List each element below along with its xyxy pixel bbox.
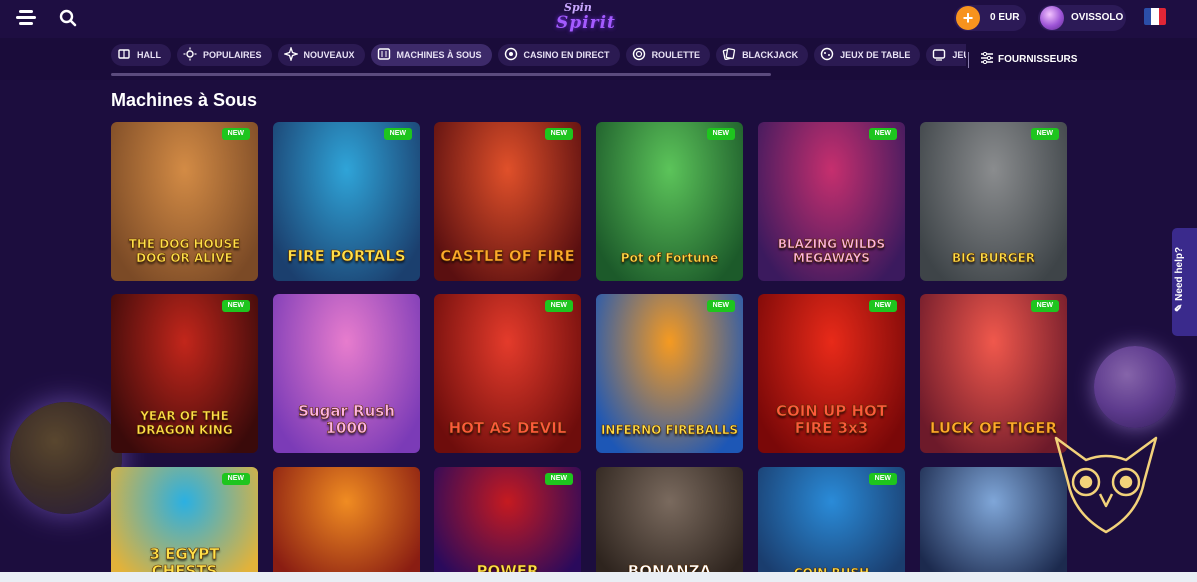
tab-roulette[interactable]: ROULETTE — [625, 44, 711, 66]
site-logo[interactable]: Spin Spirit — [552, 1, 626, 35]
search-icon[interactable] — [59, 9, 77, 27]
game-tile[interactable]: NEW CASTLE OF FIRE — [434, 122, 581, 281]
tv-games-icon — [933, 49, 946, 61]
balance-button[interactable]: + 0 EUR — [954, 5, 1026, 31]
new-badge: NEW — [544, 128, 573, 140]
french-flag-icon[interactable] — [1144, 8, 1166, 25]
tab-jeux-ti[interactable]: JEUX TI — [926, 44, 966, 66]
game-title: THE DOG HOUSE DOG OR ALIVE — [128, 237, 241, 266]
game-tile[interactable]: BONANZA — [596, 467, 743, 582]
game-tile[interactable] — [273, 467, 420, 582]
tab-label: MACHINES À SOUS — [396, 50, 482, 60]
table-games-icon — [820, 47, 834, 61]
balance-amount: 0 EUR — [990, 12, 1020, 23]
tab-hall[interactable]: HALL — [111, 44, 171, 66]
game-tile[interactable]: NEW Pot of Fortune — [596, 122, 743, 281]
game-tile[interactable]: NEW FIRE PORTALS — [273, 122, 420, 281]
game-title: HOT AS DEVIL — [448, 419, 567, 437]
logo-main-text: Spirit — [556, 13, 616, 33]
game-tile[interactable]: NEW LUCK OF TIGER — [920, 294, 1067, 453]
tab-machines-sous[interactable]: MACHINES À SOUS — [370, 44, 492, 66]
game-tile[interactable]: NEW HOT AS DEVIL — [434, 294, 581, 453]
category-nav: HALL POPULAIRES NOUVEAUX MACHINES À SOUS CAS… — [0, 38, 1197, 80]
new-badge: NEW — [868, 473, 897, 485]
new-badge: NEW — [221, 473, 250, 485]
sparkle-icon — [283, 47, 298, 61]
slot-machine-icon — [377, 48, 390, 60]
game-title: BLAZING WILDS MEGAWAYS — [777, 237, 886, 266]
game-title: INFERNO FIREBALLS — [600, 423, 739, 438]
game-title: Pot of Fortune — [620, 251, 719, 266]
new-badge: NEW — [383, 128, 412, 140]
game-tile[interactable]: NEW BIG BURGER — [920, 122, 1067, 281]
game-tile[interactable]: NEW BLAZING WILDS MEGAWAYS — [758, 122, 905, 281]
new-badge: NEW — [706, 300, 735, 312]
filter-icon — [981, 52, 993, 64]
game-tile[interactable]: NEW COIN UP HOT FIRE 3x3 — [758, 294, 905, 453]
providers-label: FOURNISSEURS — [998, 54, 1078, 65]
new-badge: NEW — [1030, 128, 1059, 140]
game-tile[interactable]: NEW INFERNO FIREBALLS — [596, 294, 743, 453]
tab-jeux-de-table[interactable]: JEUX DE TABLE — [814, 44, 921, 66]
new-badge: NEW — [868, 300, 897, 312]
new-badge: NEW — [1030, 300, 1059, 312]
game-title: LUCK OF TIGER — [929, 419, 1058, 437]
cards-icon — [722, 48, 736, 60]
game-tile[interactable]: NEW 3 EGYPT CHESTS — [111, 467, 258, 582]
need-help-tab[interactable]: ✎ Need help? — [1172, 228, 1197, 336]
category-scrollbar[interactable] — [111, 73, 771, 76]
username: OVISSOLO — [1071, 12, 1124, 23]
os-taskbar — [0, 572, 1197, 582]
hamburger-menu-icon[interactable] — [16, 10, 36, 26]
new-badge: NEW — [868, 128, 897, 140]
new-badge: NEW — [544, 473, 573, 485]
tab-label: HALL — [137, 50, 161, 60]
game-tile[interactable]: NEW YEAR OF THE DRAGON KING — [111, 294, 258, 453]
tab-blackjack[interactable]: BLACKJACK — [716, 44, 809, 66]
tab-label: JEUX DE TABLE — [840, 50, 911, 60]
game-title: YEAR OF THE DRAGON KING — [136, 409, 233, 438]
nav-divider — [968, 52, 969, 68]
new-badge: NEW — [221, 128, 250, 140]
game-tile[interactable] — [920, 467, 1067, 582]
planet-decoration-right — [1094, 346, 1176, 428]
tab-nouveaux[interactable]: NOUVEAUX — [277, 44, 365, 66]
planet-decoration — [10, 402, 122, 514]
tab-populaires[interactable]: POPULAIRES — [177, 44, 272, 66]
game-tile[interactable]: NEWCOIN RUSH — [758, 467, 905, 582]
tab-label: POPULAIRES — [203, 50, 262, 60]
new-badge: NEW — [544, 300, 573, 312]
plus-icon[interactable]: + — [956, 6, 980, 30]
need-help-text: Need help? — [1174, 246, 1185, 301]
tab-label: JEUX TI — [952, 50, 966, 60]
tab-label: BLACKJACK — [742, 50, 799, 60]
page-title: Machines à Sous — [111, 90, 258, 110]
avatar — [1040, 6, 1064, 30]
game-title: Sugar Rush 1000 — [298, 402, 395, 437]
tab-casino-en-direct[interactable]: CASINO EN DIRECT — [497, 44, 620, 66]
hall-icon — [118, 49, 130, 59]
game-title: BIG BURGER — [951, 251, 1036, 266]
user-menu[interactable]: OVISSOLO — [1038, 5, 1126, 31]
live-casino-icon — [504, 47, 517, 61]
tab-label: CASINO EN DIRECT — [523, 50, 610, 60]
tab-label: NOUVEAUX — [303, 50, 355, 60]
need-help-label: ✎ Need help? — [1174, 246, 1185, 312]
game-title: COIN UP HOT FIRE 3x3 — [775, 402, 888, 437]
new-badge: NEW — [706, 128, 735, 140]
roulette-icon — [632, 47, 645, 61]
providers-button[interactable]: FOURNISSEURS — [981, 52, 1077, 65]
game-tile[interactable]: NEW POWER — [434, 467, 581, 582]
new-badge: NEW — [221, 300, 250, 312]
game-tile[interactable]: Sugar Rush 1000 — [273, 294, 420, 453]
game-title: CASTLE OF FIRE — [440, 247, 575, 265]
category-tabs: HALL POPULAIRES NOUVEAUX MACHINES À SOUS CAS… — [111, 44, 966, 68]
tab-label: ROULETTE — [651, 50, 701, 60]
game-title: FIRE PORTALS — [287, 247, 406, 265]
owl-logo-icon — [1054, 436, 1158, 534]
sun-icon — [183, 47, 197, 61]
game-tile[interactable]: NEW THE DOG HOUSE DOG OR ALIVE — [111, 122, 258, 281]
top-bar: Spin Spirit + 0 EUR OVISSOLO — [0, 0, 1197, 38]
